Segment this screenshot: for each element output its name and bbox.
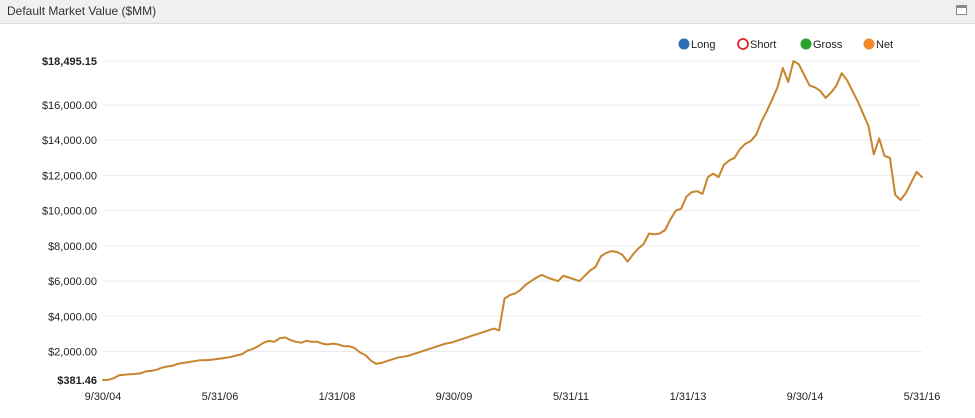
x-tick-label: 1/31/08	[319, 391, 356, 403]
legend-marker-gross	[800, 38, 812, 50]
x-tick-label: 9/30/09	[436, 391, 473, 403]
legend: Long Short Gross Net	[678, 38, 893, 51]
legend-label-short: Short	[750, 39, 776, 51]
y-tick-label: $4,000.00	[48, 311, 97, 323]
x-tick-label: 5/31/11	[553, 391, 589, 403]
y-tick-label: $18,495.15	[42, 56, 97, 68]
legend-marker-net	[863, 38, 875, 50]
x-tick-label: 5/31/06	[202, 391, 239, 403]
legend-label-long: Long	[691, 39, 715, 51]
window-maximize-icon[interactable]	[956, 5, 967, 15]
y-tick-label: $12,000.00	[42, 170, 97, 182]
x-tick-label: 1/31/13	[670, 391, 707, 403]
y-tick-label: $6,000.00	[48, 276, 97, 288]
x-axis: 9/30/04 5/31/06 1/31/08 9/30/09 5/31/11 1/31/…	[85, 391, 941, 403]
y-tick-label: $2,000.00	[48, 346, 97, 358]
legend-label-net: Net	[876, 39, 893, 51]
series-lines	[102, 60, 923, 381]
chart-panel: Default Market Value ($MM) $381.46 $2,000…	[0, 0, 975, 418]
legend-label-gross: Gross	[813, 39, 843, 51]
y-tick-label: $10,000.00	[42, 206, 97, 218]
y-tick-label: $14,000.00	[42, 135, 97, 147]
panel-title: Default Market Value ($MM)	[7, 4, 157, 18]
y-axis: $381.46 $2,000.00 $4,000.00 $6,000.00 $8,000…	[42, 56, 97, 387]
grid-lines	[103, 60, 922, 352]
panel-header: Default Market Value ($MM)	[0, 0, 975, 24]
x-tick-label: 9/30/14	[787, 391, 824, 403]
x-tick-label: 5/31/16	[904, 391, 941, 403]
y-tick-label: $8,000.00	[48, 241, 97, 253]
x-tick-label: 9/30/04	[85, 391, 122, 403]
y-tick-label: $381.46	[57, 375, 97, 387]
y-tick-label: $16,000.00	[42, 100, 97, 112]
line-chart: $381.46 $2,000.00 $4,000.00 $6,000.00 $8,000…	[42, 38, 941, 403]
series-line-net	[102, 60, 923, 381]
legend-marker-long	[678, 38, 690, 50]
legend-marker-short	[737, 38, 749, 50]
